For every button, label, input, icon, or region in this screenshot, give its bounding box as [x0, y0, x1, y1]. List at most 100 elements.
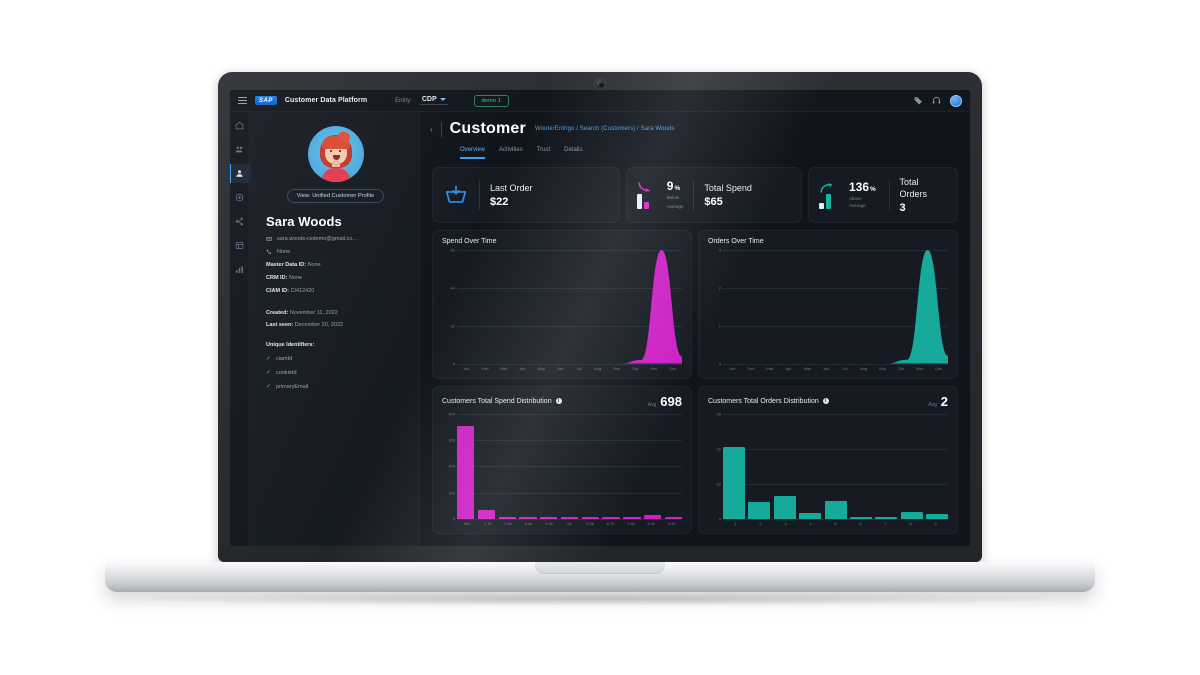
x-axis: Jan Feb Mar Apr May Jun Jul Aug Sep Oct Nov Dec	[442, 364, 682, 373]
card-header: Customers Total Spend Distribution i Avg…	[442, 394, 682, 409]
tag-icon[interactable]	[914, 96, 923, 105]
bar[interactable]	[748, 502, 771, 519]
kpi-card-total-spend[interactable]: 9 % Below Average Total Spend $65	[625, 167, 802, 223]
y-tick-label: 100	[448, 490, 455, 496]
laptop-shadow	[120, 592, 1080, 606]
info-icon[interactable]: i	[822, 398, 829, 404]
tab-activities[interactable]: Activities	[499, 147, 523, 159]
app-title: Customer Data Platform	[284, 97, 368, 104]
x-tick-label: Jun	[556, 365, 564, 371]
x-tick-label: Aug	[594, 365, 602, 371]
x-tick-label: Dec	[669, 365, 677, 371]
headset-icon[interactable]	[932, 96, 941, 105]
x-tick-label: 1	[734, 521, 737, 526]
sidebar-item-home[interactable]	[231, 119, 249, 132]
bar[interactable]	[519, 516, 537, 519]
arrow-up-icon	[820, 182, 832, 193]
time-charts-row: Spend Over Time 65 44 22 0 Jan Feb Mar Apr May J…	[432, 230, 958, 379]
x-tick-label: Feb	[747, 365, 755, 371]
user-avatar[interactable]	[950, 94, 962, 107]
average-value: 2	[940, 393, 948, 409]
bar-series	[457, 414, 683, 519]
x-tick-label: 8	[909, 521, 912, 526]
demo-badge: demo 1	[473, 94, 510, 107]
sidebar-item-audiences[interactable]	[231, 143, 249, 156]
card-title-text: Customers Total Spend Distribution	[442, 397, 552, 405]
x-tick-label: Nov	[916, 365, 924, 371]
kpi-card-total-orders[interactable]: 136 % Above Average Total Orders 3	[808, 167, 958, 223]
x-tick-label: 9.2k	[667, 521, 676, 526]
sidebar-item-connections[interactable]	[231, 215, 249, 228]
bar[interactable]	[477, 509, 496, 519]
bar[interactable]	[643, 515, 662, 519]
tab-trust[interactable]: Trust	[537, 147, 550, 159]
y-tick-label: 0	[452, 516, 455, 522]
bar[interactable]	[900, 511, 923, 519]
bar[interactable]	[773, 496, 796, 519]
unique-identifier-label: ciamId	[276, 356, 293, 362]
entity-value: CDP	[421, 96, 437, 103]
bar[interactable]	[875, 517, 898, 519]
master-data-id-row: Master Data ID: None	[266, 262, 405, 268]
sidebar-item-activities[interactable]	[231, 191, 249, 204]
breadcrumb-bar: ‹ Customer WouterEntrigo / Search (Custo…	[420, 112, 970, 138]
bar[interactable]	[540, 517, 558, 519]
basket-icon	[445, 185, 467, 203]
area-series	[457, 250, 682, 364]
back-button[interactable]: ‹	[430, 125, 433, 134]
check-icon: ✓	[266, 370, 272, 376]
breadcrumb[interactable]: WouterEntrigo / Search (Customers) / Sar…	[535, 126, 675, 132]
bar[interactable]	[581, 517, 599, 519]
divider	[693, 180, 695, 210]
entity-select[interactable]: CDP	[419, 96, 448, 105]
bar[interactable]	[664, 517, 683, 519]
bar[interactable]	[602, 517, 620, 519]
kpi-percent: 9 %	[667, 179, 684, 193]
avatar-eye-left	[329, 150, 332, 152]
sidebar-item-customers[interactable]	[230, 164, 251, 183]
kpi-sub-line1: Above Average	[849, 196, 866, 208]
bar[interactable]	[560, 517, 579, 519]
view-unified-profile-button[interactable]: View: Unified Customer Profile	[286, 189, 385, 203]
x-tick-label: Oct	[898, 365, 905, 371]
customer-email: sara.woods-cxdemo@gmail.co...	[277, 236, 357, 242]
plot-area	[457, 250, 682, 365]
x-tick-label: Sep	[612, 365, 620, 371]
y-tick-label: 20	[716, 446, 721, 452]
average-readout: Avg 2	[928, 394, 948, 409]
x-tick-label: 3.4k	[524, 521, 533, 526]
chevron-down-icon	[439, 98, 446, 101]
bar[interactable]	[824, 500, 847, 519]
x-tick-label: 5k	[567, 521, 572, 526]
laptop-lid: SAP Customer Data Platform Entity: CDP d…	[218, 72, 982, 562]
master-data-id-label: Master Data ID:	[266, 262, 307, 268]
bar[interactable]	[849, 517, 872, 519]
bar[interactable]	[926, 514, 948, 519]
check-icon: ✓	[266, 384, 272, 390]
tab-bar: Overview Activities Trust Details	[420, 138, 970, 159]
info-icon[interactable]: i	[555, 398, 562, 404]
last-seen-label: Last seen:	[266, 322, 294, 328]
kpi-percent: 136 %	[849, 180, 879, 194]
kpi-trend-spend	[636, 181, 657, 209]
sidebar-item-applications[interactable]	[231, 239, 249, 252]
kpi-value: $22	[490, 196, 509, 209]
divider	[479, 180, 480, 210]
bar[interactable]	[723, 446, 745, 519]
x-tick-label: 950	[463, 521, 471, 526]
hamburger-icon[interactable]	[238, 97, 247, 104]
kpi-card-last-order[interactable]: Last Order $22	[432, 167, 620, 223]
bar[interactable]	[498, 517, 516, 519]
sidebar-item-analytics[interactable]	[231, 263, 249, 276]
kpi-row: Last Order $22 9 % Below Average Total S…	[432, 167, 958, 223]
card-orders-over-time: Orders Over Time 3 2 1 0 Jan Feb Mar Apr May Jun…	[698, 230, 958, 379]
x-tick-label: Aug	[860, 365, 868, 371]
bar[interactable]	[623, 517, 641, 519]
chart-plot: 400 300 200 100 0	[442, 411, 683, 522]
bar[interactable]	[799, 513, 822, 519]
tab-overview[interactable]: Overview	[460, 147, 486, 159]
tab-details[interactable]: Details	[564, 147, 582, 159]
card-spend-over-time: Spend Over Time 65 44 22 0 Jan Feb Mar Apr May J…	[432, 230, 692, 379]
bar[interactable]	[457, 425, 475, 519]
plot-area	[723, 413, 948, 520]
